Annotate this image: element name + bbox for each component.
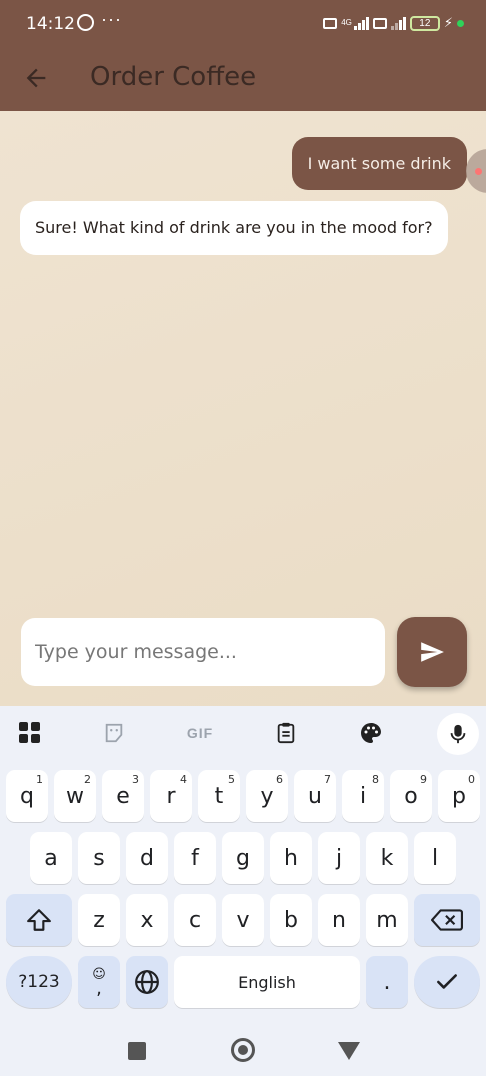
app-bar: Order Coffee	[0, 46, 486, 111]
period-key[interactable]: .	[366, 956, 408, 1008]
mic-icon	[450, 724, 466, 744]
privacy-indicator-dot	[457, 19, 464, 27]
gif-button[interactable]: GIF	[186, 720, 214, 746]
key-m[interactable]: m	[366, 894, 408, 946]
whatsapp-icon	[77, 14, 94, 31]
emoji-comma-key[interactable]: ☺ ,	[78, 956, 120, 1008]
key-c[interactable]: c	[174, 894, 216, 946]
key-t[interactable]: t5	[198, 770, 240, 822]
shift-key[interactable]	[6, 894, 72, 946]
key-u[interactable]: u7	[294, 770, 336, 822]
bot-message-bubble: Sure! What kind of drink are you in the …	[20, 201, 448, 255]
symbols-key[interactable]: ?123	[6, 956, 72, 1008]
send-icon	[421, 642, 444, 662]
backspace-icon	[431, 909, 463, 931]
signal-icon-2	[390, 16, 406, 30]
sim-icon-2	[372, 17, 387, 29]
message-input[interactable]	[35, 618, 375, 686]
status-bar: 14:12 ··· 4G 12 ⚡	[0, 0, 486, 46]
palette-icon[interactable]	[357, 720, 385, 746]
key-e[interactable]: e3	[102, 770, 144, 822]
network-type-label: 4G	[341, 18, 352, 27]
signal-icon	[353, 16, 369, 30]
shift-icon	[27, 909, 51, 931]
floating-edge-handle[interactable]	[466, 149, 486, 193]
user-message-bubble: I want some drink	[291, 137, 467, 190]
send-button[interactable]	[397, 617, 467, 687]
keyboard-toolbar: GIF	[0, 706, 486, 758]
mic-button[interactable]	[437, 713, 479, 755]
key-h[interactable]: h	[270, 832, 312, 884]
key-n[interactable]: n	[318, 894, 360, 946]
charging-icon: ⚡	[443, 15, 453, 30]
more-dots-icon: ···	[101, 9, 122, 29]
language-key[interactable]	[126, 956, 168, 1008]
message-input-container[interactable]	[21, 618, 385, 686]
home-icon[interactable]	[231, 1038, 255, 1062]
sim-icon	[323, 17, 338, 29]
backspace-key[interactable]	[414, 894, 480, 946]
grid-icon[interactable]	[16, 720, 44, 746]
key-i[interactable]: i8	[342, 770, 384, 822]
key-v[interactable]: v	[222, 894, 264, 946]
recents-icon[interactable]	[128, 1042, 146, 1060]
key-j[interactable]: j	[318, 832, 360, 884]
key-x[interactable]: x	[126, 894, 168, 946]
key-q[interactable]: q1	[6, 770, 48, 822]
key-k[interactable]: k	[366, 832, 408, 884]
key-s[interactable]: s	[78, 832, 120, 884]
key-l[interactable]: l	[414, 832, 456, 884]
key-g[interactable]: g	[222, 832, 264, 884]
status-icons: 4G 12 ⚡	[323, 15, 464, 31]
key-r[interactable]: r4	[150, 770, 192, 822]
arrow-left-icon[interactable]	[22, 64, 50, 92]
sticker-icon[interactable]	[100, 720, 128, 746]
globe-icon	[135, 970, 159, 994]
key-z[interactable]: z	[78, 894, 120, 946]
key-f[interactable]: f	[174, 832, 216, 884]
enter-key[interactable]	[414, 956, 480, 1008]
back-triangle-icon[interactable]	[338, 1042, 360, 1060]
system-navigation-bar	[0, 1020, 486, 1076]
key-b[interactable]: b	[270, 894, 312, 946]
battery-icon: 12	[409, 15, 440, 31]
clipboard-icon[interactable]	[272, 720, 300, 746]
checkmark-icon	[437, 974, 457, 989]
key-w[interactable]: w2	[54, 770, 96, 822]
key-p[interactable]: p0	[438, 770, 480, 822]
space-key[interactable]: English	[174, 956, 360, 1008]
status-time: 14:12	[26, 14, 75, 34]
page-title: Order Coffee	[90, 62, 257, 92]
key-a[interactable]: a	[30, 832, 72, 884]
key-d[interactable]: d	[126, 832, 168, 884]
chat-area[interactable]: I want some drink Sure! What kind of dri…	[0, 111, 486, 706]
key-y[interactable]: y6	[246, 770, 288, 822]
key-o[interactable]: o9	[390, 770, 432, 822]
